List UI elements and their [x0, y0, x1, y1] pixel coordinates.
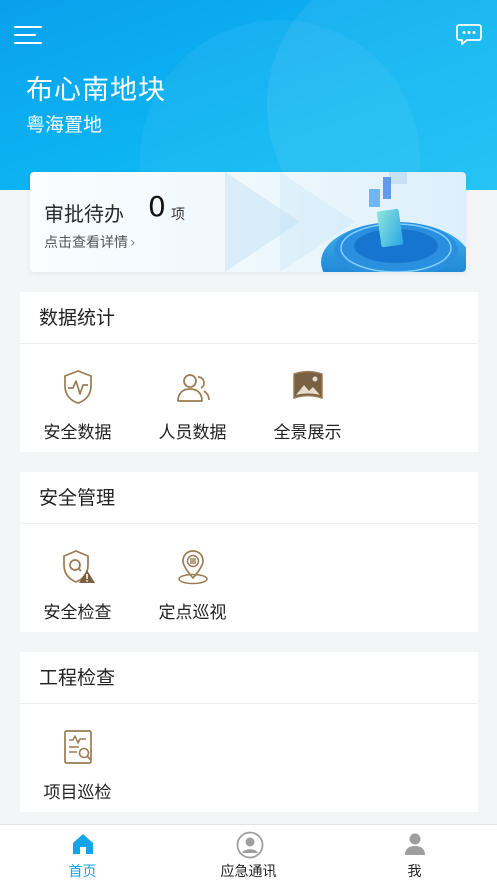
- tab-me[interactable]: 我: [332, 825, 497, 883]
- data-statistics-section: 数据统计 安全数据 人员数据 全景展示: [20, 292, 478, 452]
- people-icon: [177, 374, 210, 402]
- menu-icon-line: [14, 42, 42, 44]
- company-name: 粤海置地: [26, 114, 103, 136]
- contact-icon: [236, 831, 264, 859]
- location-pin-icon: [178, 550, 208, 585]
- tab-home[interactable]: 首页: [0, 825, 165, 883]
- tile-label: 定点巡视: [158, 603, 227, 623]
- chevron-right-icon: ›: [130, 235, 136, 251]
- personnel-data-tile[interactable]: 人员数据: [135, 344, 250, 452]
- header-banner: 布心南地块 粤海置地: [0, 0, 497, 190]
- chat-icon: [456, 24, 482, 45]
- tile-label: 安全数据: [43, 423, 112, 443]
- home-icon: [73, 834, 93, 854]
- tile-label: 项目巡检: [43, 783, 112, 803]
- safety-management-section: 安全管理 安全检查 定点巡视: [20, 472, 478, 632]
- platform-illustration: [321, 172, 466, 272]
- menu-button[interactable]: [14, 24, 44, 46]
- tab-label: 我: [407, 864, 422, 880]
- user-icon: [405, 833, 425, 855]
- tile-label: 全景展示: [273, 423, 342, 443]
- tab-label: 应急通讯: [220, 864, 277, 880]
- approval-unit: 项: [171, 207, 185, 223]
- approval-detail-link[interactable]: 点击查看详情 ›: [44, 232, 136, 252]
- fixed-point-patrol-tile[interactable]: 定点巡视: [135, 524, 250, 632]
- menu-icon: [14, 26, 42, 28]
- shield-warning-icon: [63, 550, 95, 583]
- project-inspection-tile[interactable]: 项目巡检: [20, 704, 135, 812]
- shield-pulse-icon: [64, 370, 92, 404]
- section-title: 安全管理: [20, 472, 478, 524]
- panorama-icon: [293, 371, 323, 400]
- approval-link-text: 点击查看详情: [44, 235, 128, 251]
- project-name: 布心南地块: [26, 75, 166, 106]
- safety-inspection-tile[interactable]: 安全检查: [20, 524, 135, 632]
- engineering-inspection-section: 工程检查 项目巡检: [20, 652, 478, 812]
- panorama-tile[interactable]: 全景展示: [250, 344, 365, 452]
- tile-label: 人员数据: [158, 423, 227, 443]
- chat-button[interactable]: [455, 20, 483, 48]
- approval-count: 0: [148, 190, 166, 223]
- menu-icon-line: [14, 34, 36, 36]
- tile-label: 安全检查: [43, 603, 112, 623]
- section-title: 数据统计: [20, 292, 478, 344]
- document-search-icon: [64, 730, 92, 764]
- tab-label: 首页: [68, 864, 97, 880]
- bottom-tab-bar: 首页 应急通讯 我: [0, 824, 497, 883]
- section-title: 工程检查: [20, 652, 478, 704]
- tab-emergency-contact[interactable]: 应急通讯: [166, 825, 331, 883]
- approval-card[interactable]: 审批待办 0 项 点击查看详情 ›: [30, 172, 466, 272]
- approval-title: 审批待办: [44, 202, 124, 226]
- safety-data-tile[interactable]: 安全数据: [20, 344, 135, 452]
